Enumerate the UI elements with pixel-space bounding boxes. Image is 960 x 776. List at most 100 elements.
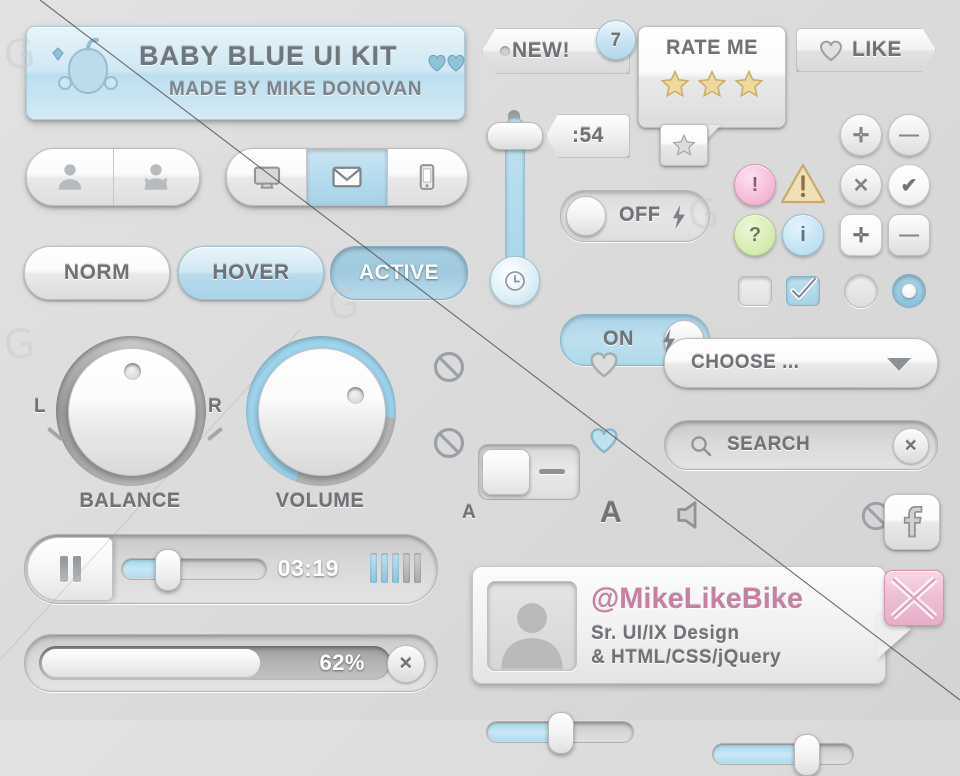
move-icon[interactable]: ✛ <box>840 114 882 156</box>
seek-slider[interactable] <box>121 549 267 591</box>
speaker-icon[interactable] <box>674 500 708 530</box>
banner-title: BABY BLUE UI KIT <box>139 41 398 71</box>
eq-bar <box>381 553 388 583</box>
rate-me-tooltip: RATE ME <box>638 26 786 151</box>
checkbox-checked[interactable] <box>786 276 820 306</box>
move-square-glyph: ✛ <box>852 224 870 247</box>
star-button[interactable] <box>660 124 708 166</box>
balance-tick-right <box>206 426 224 442</box>
star-icon[interactable] <box>697 69 727 99</box>
phone-icon <box>420 164 435 190</box>
profile-line-1: Sr. UI/IX Design <box>591 623 740 644</box>
radio-checked[interactable] <box>892 274 926 308</box>
no-entry-icon[interactable] <box>432 426 466 460</box>
volume-label: VOLUME <box>275 490 365 512</box>
pause-button[interactable] <box>27 537 113 601</box>
facebook-icon[interactable] <box>884 494 940 550</box>
slider-handle[interactable] <box>155 549 181 591</box>
toggle-knob[interactable] <box>566 196 606 236</box>
slider-handle[interactable] <box>548 712 574 754</box>
media-time: 03:19 <box>277 555 339 581</box>
like-button[interactable]: LIKE <box>796 28 936 72</box>
facebook-glyph <box>903 506 923 538</box>
toggle-off[interactable]: OFF <box>560 190 710 242</box>
button-normal[interactable]: NORM <box>24 246 170 300</box>
segmented-control-devices[interactable] <box>226 148 468 206</box>
balance-knob[interactable] <box>56 336 206 486</box>
search-input[interactable]: SEARCH <box>727 434 810 456</box>
user-male-icon <box>58 164 82 190</box>
cancel-glyph: ✕ <box>398 654 414 673</box>
profile-handle[interactable]: @MikeLikeBike <box>591 583 803 616</box>
close-glyph: ✕ <box>852 174 870 197</box>
heart-icon[interactable] <box>588 350 620 380</box>
alert-icon[interactable]: ! <box>734 164 776 206</box>
segment-user-male[interactable] <box>27 149 114 205</box>
move-square-icon[interactable]: ✛ <box>840 214 882 256</box>
slider-fill <box>714 745 806 763</box>
star-icon[interactable] <box>660 69 690 99</box>
chevron-down-icon <box>887 358 911 371</box>
gift-box-icon[interactable] <box>884 570 944 626</box>
minus-icon[interactable]: — <box>888 114 930 156</box>
vertical-slider[interactable] <box>487 108 543 306</box>
profile-card: @MikeLikeBike Sr. UI/IX Design & HTML/CS… <box>472 566 911 684</box>
help-icon[interactable]: ? <box>734 214 776 256</box>
clock-icon <box>505 271 525 291</box>
ui-kit-canvas: BABY BLUE UI KIT MADE BY MIKE DONOVAN NE… <box>0 0 960 776</box>
button-hover-label: HOVER <box>212 261 290 284</box>
star-icon[interactable] <box>734 69 764 99</box>
volume-knob[interactable] <box>246 336 396 486</box>
eq-bar <box>370 553 377 583</box>
minus-square-glyph: — <box>899 223 919 246</box>
button-normal-label: NORM <box>63 261 131 284</box>
time-tag: :54 <box>546 114 630 158</box>
volume-slider[interactable] <box>712 734 854 776</box>
radio-dot <box>902 284 916 298</box>
minus-square-icon[interactable]: — <box>888 214 930 256</box>
segment-mail[interactable] <box>307 149 388 205</box>
kit-banner: BABY BLUE UI KIT MADE BY MIKE DONOVAN <box>26 26 465 120</box>
pause-icon <box>59 556 68 582</box>
switch-handle[interactable] <box>482 449 530 495</box>
balance-label: BALANCE <box>79 490 181 512</box>
info-icon[interactable]: i <box>782 214 824 256</box>
knob-pointer <box>347 387 364 404</box>
no-entry-icon[interactable] <box>432 350 466 384</box>
segment-user-female[interactable] <box>113 149 199 205</box>
mail-icon <box>332 166 362 188</box>
close-icon[interactable]: ✕ <box>840 164 882 206</box>
slider-handle[interactable] <box>487 122 543 150</box>
search-icon <box>691 436 712 457</box>
warning-icon[interactable] <box>780 162 826 206</box>
search-field[interactable]: SEARCH ✕ <box>664 420 938 470</box>
segment-phone[interactable] <box>387 149 467 205</box>
banner-subtitle: MADE BY MIKE DONOVAN <box>169 79 423 100</box>
progress-cancel-button[interactable]: ✕ <box>387 645 425 683</box>
pause-icon <box>72 556 81 582</box>
button-hover[interactable]: HOVER <box>178 246 324 300</box>
switch-off[interactable] <box>478 444 580 500</box>
star-rating[interactable] <box>639 69 785 99</box>
equalizer-indicator[interactable] <box>370 553 421 583</box>
check-icon[interactable]: ✔ <box>888 164 930 206</box>
like-label: LIKE <box>852 38 902 61</box>
knob-dial[interactable] <box>258 348 386 476</box>
notification-badge[interactable]: 7 <box>596 20 636 60</box>
checkbox-unchecked[interactable] <box>738 276 772 306</box>
slider-handle[interactable] <box>794 734 820 776</box>
knob-dial[interactable] <box>68 348 196 476</box>
text-size-slider[interactable] <box>486 712 634 754</box>
toggle-on-label: ON <box>603 328 634 350</box>
heart-icon[interactable] <box>588 426 620 456</box>
segmented-control-users[interactable] <box>26 148 200 206</box>
heart-icon <box>428 54 465 72</box>
segment-monitor[interactable] <box>227 149 308 205</box>
slider-bulb[interactable] <box>490 256 540 306</box>
button-active[interactable]: ACTIVE <box>330 246 468 300</box>
dropdown-select[interactable]: CHOOSE ... <box>664 338 938 388</box>
media-player-bar: 03:19 <box>24 534 438 604</box>
lightning-bolt-icon <box>673 205 685 229</box>
search-clear-button[interactable]: ✕ <box>893 428 929 464</box>
radio-unchecked[interactable] <box>844 274 878 308</box>
